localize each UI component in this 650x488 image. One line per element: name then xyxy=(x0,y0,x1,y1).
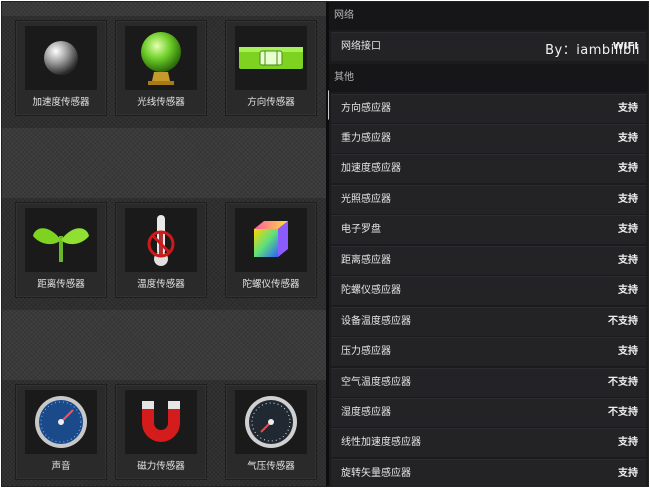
row-name: 线性加速度感应器 xyxy=(341,437,421,448)
row-name: 设备温度感应器 xyxy=(341,316,411,327)
list-item[interactable]: 旋转矢量感应器 支持 xyxy=(331,459,646,486)
row-name: 网络接口 xyxy=(341,41,381,52)
row-name: 重力感应器 xyxy=(341,133,391,144)
row-name: 压力感应器 xyxy=(341,346,391,357)
tile-label: 声音 xyxy=(51,461,71,472)
row-value: 支持 xyxy=(618,346,638,357)
row-name: 旋转矢量感应器 xyxy=(341,468,411,479)
row-value: 不支持 xyxy=(608,407,638,418)
row-value: 支持 xyxy=(618,194,638,205)
tile-orientation[interactable]: 方向传感器 xyxy=(225,20,317,116)
row-name: 加速度感应器 xyxy=(341,163,401,174)
sensor-row-1: 加速度传感器 光线传感器 方向传感器 xyxy=(2,16,326,128)
tile-label: 陀螺仪传感器 xyxy=(242,279,300,290)
tile-label: 气压传感器 xyxy=(247,461,295,472)
row-value: 支持 xyxy=(618,468,638,479)
sensor-grid-panel: 加速度传感器 光线传感器 方向传感器 距离传感器 温度传感器 陀螺仪传感器 声音… xyxy=(2,2,326,486)
sound-gauge-icon xyxy=(25,390,97,454)
row-name: 空气温度感应器 xyxy=(341,377,411,388)
list-item[interactable]: 设备温度感应器 不支持 xyxy=(331,307,646,336)
row-value: 不支持 xyxy=(608,377,638,388)
tile-sound[interactable]: 声音 xyxy=(15,384,107,480)
sprout-icon xyxy=(25,208,97,272)
row-value: 支持 xyxy=(618,437,638,448)
network-interface-row[interactable]: 网络接口 WIFI By：iambillbli xyxy=(331,32,646,61)
list-item[interactable]: 陀螺仪感应器 支持 xyxy=(331,276,646,305)
crystal-ball-icon xyxy=(125,26,197,90)
tile-label: 光线传感器 xyxy=(137,97,185,108)
tile-label: 磁力传感器 xyxy=(137,461,185,472)
list-item[interactable]: 压力感应器 支持 xyxy=(331,337,646,366)
list-item[interactable]: 线性加速度感应器 支持 xyxy=(331,428,646,457)
tile-barometer[interactable]: 气压传感器 xyxy=(225,384,317,480)
tile-temperature[interactable]: 温度传感器 xyxy=(115,202,207,298)
list-item[interactable]: 电子罗盘 支持 xyxy=(331,215,646,244)
tile-label: 方向传感器 xyxy=(247,97,295,108)
row-name: 方向感应器 xyxy=(341,103,391,114)
row-value: 支持 xyxy=(618,285,638,296)
tile-light[interactable]: 光线传感器 xyxy=(115,20,207,116)
sensor-row-3: 声音 磁力传感器 气压传感器 xyxy=(2,380,326,486)
row-value: 支持 xyxy=(618,224,638,235)
barometer-icon xyxy=(235,390,307,454)
list-item[interactable]: 方向感应器 支持 xyxy=(331,94,646,123)
sensor-row-2: 距离传感器 温度传感器 陀螺仪传感器 xyxy=(2,198,326,310)
metal-ball-icon xyxy=(25,26,97,90)
row-name: 湿度感应器 xyxy=(341,407,391,418)
tile-label: 加速度传感器 xyxy=(32,97,90,108)
list-item[interactable]: 空气温度感应器 不支持 xyxy=(331,368,646,397)
tile-proximity[interactable]: 距离传感器 xyxy=(15,202,107,298)
row-name: 光照感应器 xyxy=(341,194,391,205)
spirit-level-icon xyxy=(235,26,307,90)
color-cube-icon xyxy=(235,208,307,272)
list-item[interactable]: 湿度感应器 不支持 xyxy=(331,398,646,427)
screenshot-frame: 加速度传感器 光线传感器 方向传感器 距离传感器 温度传感器 陀螺仪传感器 声音… xyxy=(1,1,649,487)
row-name: 陀螺仪感应器 xyxy=(341,285,401,296)
list-item[interactable]: 重力感应器 支持 xyxy=(331,124,646,153)
section-header-other: 其他 xyxy=(329,64,648,92)
tile-label: 温度传感器 xyxy=(137,279,185,290)
magnet-icon xyxy=(125,390,197,454)
row-value: 支持 xyxy=(618,133,638,144)
row-value: 不支持 xyxy=(608,316,638,327)
tile-gyroscope[interactable]: 陀螺仪传感器 xyxy=(225,202,317,298)
row-value: 支持 xyxy=(618,255,638,266)
watermark: By：iambillbli xyxy=(545,43,640,58)
list-item[interactable]: 加速度感应器 支持 xyxy=(331,154,646,183)
row-value: 支持 xyxy=(618,103,638,114)
tile-accelerometer[interactable]: 加速度传感器 xyxy=(15,20,107,116)
sensor-info-panel: 网络 网络接口 WIFI By：iambillbli 其他 方向感应器 支持 重力… xyxy=(329,2,648,486)
row-value: 支持 xyxy=(618,163,638,174)
section-header-network: 网络 xyxy=(329,2,648,30)
tile-magnetic[interactable]: 磁力传感器 xyxy=(115,384,207,480)
row-name: 电子罗盘 xyxy=(341,224,381,235)
list-item[interactable]: 光照感应器 支持 xyxy=(331,185,646,214)
row-name: 距离感应器 xyxy=(341,255,391,266)
list-item[interactable]: 距离感应器 支持 xyxy=(331,246,646,275)
tile-label: 距离传感器 xyxy=(37,279,85,290)
thermometer-disabled-icon xyxy=(125,208,197,272)
